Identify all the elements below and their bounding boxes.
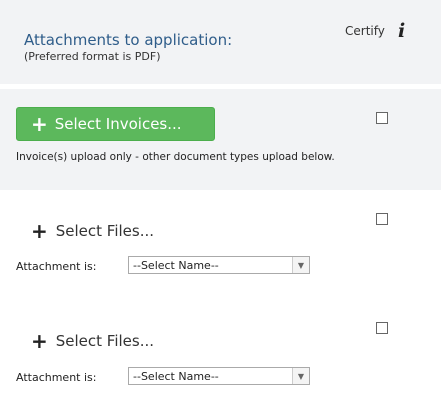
certify-checkbox-invoices[interactable] xyxy=(376,112,388,124)
page-title: Attachments to application: xyxy=(24,31,233,49)
select-files-button-1[interactable]: + Select Files... xyxy=(31,221,154,241)
select-files-label: Select Files... xyxy=(55,222,155,240)
invoice-note: Invoice(s) upload only - other document … xyxy=(16,151,335,163)
plus-icon: + xyxy=(31,329,48,353)
attachment-name-select-2[interactable]: --Select Name-- ▼ xyxy=(128,367,310,385)
attachment-label-1: Attachment is: xyxy=(16,260,97,273)
plus-icon: + xyxy=(31,112,48,136)
select-invoices-button[interactable]: + Select Invoices... xyxy=(16,107,215,141)
select-files-button-2[interactable]: + Select Files... xyxy=(31,331,154,351)
select-value: --Select Name-- xyxy=(133,258,219,272)
attachment-name-select-1[interactable]: --Select Name-- ▼ xyxy=(128,256,310,274)
chevron-down-icon: ▼ xyxy=(292,368,309,384)
plus-icon: + xyxy=(31,219,48,243)
chevron-down-icon: ▼ xyxy=(292,257,309,273)
info-icon[interactable]: i xyxy=(398,22,405,41)
certify-checkbox-files-2[interactable] xyxy=(376,322,388,334)
select-invoices-label: Select Invoices... xyxy=(54,115,182,133)
certify-label: Certify xyxy=(345,24,385,38)
select-value: --Select Name-- xyxy=(133,369,219,383)
certify-checkbox-files-1[interactable] xyxy=(376,213,388,225)
select-files-label: Select Files... xyxy=(55,332,155,350)
attachment-label-2: Attachment is: xyxy=(16,371,97,384)
format-hint: (Preferred format is PDF) xyxy=(24,50,161,63)
